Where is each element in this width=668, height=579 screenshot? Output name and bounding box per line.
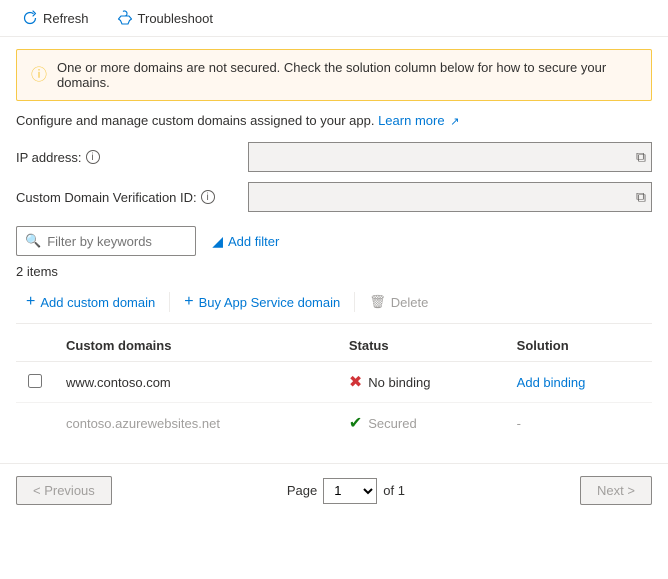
row-checkbox[interactable] xyxy=(28,374,42,388)
row-solution: - xyxy=(505,403,652,444)
solution-link[interactable]: Add binding xyxy=(517,375,586,390)
next-label: Next > xyxy=(597,483,635,498)
custom-domain-id-input[interactable] xyxy=(248,182,652,212)
table-header-custom-domains: Custom domains xyxy=(54,330,337,362)
add-custom-domain-label: Add custom domain xyxy=(40,295,155,310)
filter-bar: 🔍 ◢ Add filter xyxy=(16,226,652,256)
table-header-row: Custom domains Status Solution xyxy=(16,330,652,362)
ip-address-input-wrap: ⧉ xyxy=(248,142,652,172)
warning-message: One or more domains are not secured. Che… xyxy=(57,60,637,90)
item-count: 2 items xyxy=(16,264,652,279)
external-link-icon: ↗ xyxy=(450,116,459,128)
troubleshoot-label: Troubleshoot xyxy=(138,11,213,26)
table-row: www.contoso.com ✖ No binding Add binding xyxy=(16,362,652,403)
warning-banner: ⓘ One or more domains are not secured. C… xyxy=(16,49,652,101)
delete-icon: 🗑 xyxy=(369,294,386,310)
add-custom-domain-icon: + xyxy=(26,293,35,311)
next-button[interactable]: Next > xyxy=(580,476,652,505)
refresh-label: Refresh xyxy=(43,11,89,26)
add-filter-button[interactable]: ◢ Add filter xyxy=(204,229,287,254)
warning-icon: ⓘ xyxy=(31,61,47,85)
troubleshoot-icon xyxy=(117,10,133,26)
buy-app-service-domain-label: Buy App Service domain xyxy=(199,295,341,310)
copy-icon: ⧉ xyxy=(636,149,646,165)
ip-address-label: IP address: i xyxy=(16,150,236,165)
filter-funnel-icon: ◢ xyxy=(212,233,223,250)
status-text: Secured xyxy=(368,416,416,431)
troubleshoot-button[interactable]: Troubleshoot xyxy=(111,6,219,30)
row-checkbox-cell xyxy=(16,362,54,403)
description-text: Configure and manage custom domains assi… xyxy=(16,113,374,128)
row-status: ✔ Secured xyxy=(337,403,505,444)
learn-more-link[interactable]: Learn more ↗ xyxy=(378,113,459,128)
row-checkbox-cell xyxy=(16,403,54,444)
description-row: Configure and manage custom domains assi… xyxy=(16,113,652,128)
add-custom-domain-button[interactable]: + Add custom domain xyxy=(16,289,165,315)
table-header-status: Status xyxy=(337,330,505,362)
previous-button[interactable]: < Previous xyxy=(16,476,112,505)
pagination: < Previous Page 1 of 1 Next > xyxy=(0,463,668,517)
page-select[interactable]: 1 xyxy=(323,478,377,504)
status-text: No binding xyxy=(368,375,430,390)
ip-address-info-icon[interactable]: i xyxy=(86,150,100,164)
buy-app-service-domain-icon: + xyxy=(184,293,193,311)
table-header-solution: Solution xyxy=(505,330,652,362)
toolbar: Refresh Troubleshoot xyxy=(0,0,668,37)
of-text: of 1 xyxy=(383,483,405,498)
filter-input[interactable] xyxy=(47,234,187,249)
custom-domain-id-field-row: Custom Domain Verification ID: i ⧉ xyxy=(16,182,652,212)
row-domain: contoso.azurewebsites.net xyxy=(54,403,337,444)
page-text: Page xyxy=(287,483,317,498)
status-error-icon: ✖ xyxy=(349,372,362,392)
page-info: Page 1 of 1 xyxy=(287,478,405,504)
row-solution[interactable]: Add binding xyxy=(505,362,652,403)
custom-domain-id-input-wrap: ⧉ xyxy=(248,182,652,212)
copy-icon-2: ⧉ xyxy=(636,189,646,205)
row-domain: www.contoso.com xyxy=(54,362,337,403)
buy-app-service-domain-button[interactable]: + Buy App Service domain xyxy=(174,289,350,315)
main-content: Configure and manage custom domains assi… xyxy=(0,113,668,443)
ip-address-input[interactable] xyxy=(248,142,652,172)
filter-search-icon: 🔍 xyxy=(25,233,41,249)
add-filter-label: Add filter xyxy=(228,234,279,249)
table-row: contoso.azurewebsites.net ✔ Secured - xyxy=(16,403,652,444)
ip-address-field-row: IP address: i ⧉ xyxy=(16,142,652,172)
table-header-checkbox-cell xyxy=(16,330,54,362)
delete-label: Delete xyxy=(391,295,429,310)
action-divider-2 xyxy=(354,292,355,312)
refresh-icon xyxy=(22,10,38,26)
delete-button[interactable]: 🗑 Delete xyxy=(359,290,438,314)
action-divider-1 xyxy=(169,292,170,312)
custom-domain-id-info-icon[interactable]: i xyxy=(201,190,215,204)
refresh-button[interactable]: Refresh xyxy=(16,6,95,30)
ip-address-copy-button[interactable]: ⧉ xyxy=(634,147,648,168)
custom-domain-id-copy-button[interactable]: ⧉ xyxy=(634,187,648,208)
row-status: ✖ No binding xyxy=(337,362,505,403)
domains-table: Custom domains Status Solution www.conto… xyxy=(16,330,652,443)
filter-input-wrap: 🔍 xyxy=(16,226,196,256)
previous-label: < Previous xyxy=(33,483,95,498)
custom-domain-id-label: Custom Domain Verification ID: i xyxy=(16,190,236,205)
action-bar: + Add custom domain + Buy App Service do… xyxy=(16,289,652,324)
status-success-icon: ✔ xyxy=(349,413,362,433)
